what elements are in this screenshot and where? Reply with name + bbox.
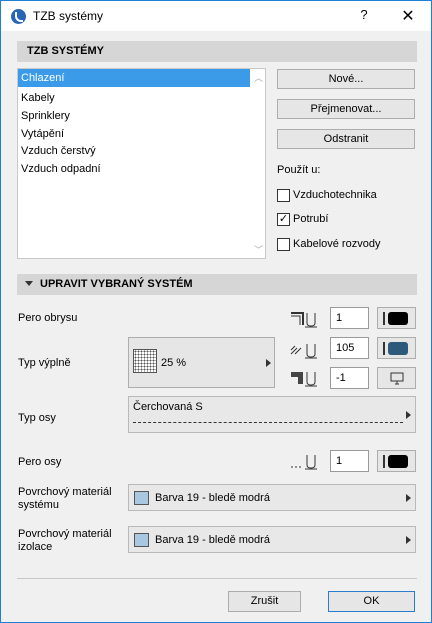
system-material-picker[interactable]: Barva 19 - bledě modrá [128, 484, 416, 511]
rename-system-button[interactable]: Přejmenovat... [277, 99, 415, 119]
monitor-icon [390, 372, 404, 385]
pen-color-swatch [388, 455, 408, 468]
systems-list[interactable]: Chlazení Kabely Sprinklery Vytápění Vzdu… [17, 68, 266, 259]
material-color-swatch [134, 533, 149, 547]
fill-type-value: 25 % [161, 357, 187, 369]
background-pen-input[interactable]: -1 [330, 367, 369, 389]
list-item[interactable]: Vytápění [18, 125, 250, 143]
close-icon[interactable]: ✕ [397, 6, 419, 26]
fill-type-label: Typ výplně [18, 357, 71, 369]
fill-pattern-icon [133, 349, 157, 373]
insulation-material-value: Barva 19 - bledě modrá [155, 534, 270, 546]
list-item[interactable]: Vzduch čerstvý [18, 142, 250, 160]
fill-type-picker[interactable]: 25 % [128, 337, 275, 388]
collapse-triangle-icon[interactable] [25, 281, 33, 287]
footer-divider [17, 578, 417, 579]
ok-button[interactable]: OK [328, 591, 415, 612]
axis-pen-label: Pero osy [18, 456, 62, 468]
background-pen-icon [291, 372, 317, 387]
contour-pen-label: Pero obrysu [18, 312, 78, 324]
fill-pen-icon [290, 344, 317, 359]
remove-system-button[interactable]: Odstranit [277, 129, 415, 149]
insulation-material-label: Povrchový materiál izolace [18, 528, 112, 553]
axis-pen-input[interactable]: 1 [330, 450, 369, 472]
app-logo-icon [11, 9, 26, 24]
system-material-label: Povrchový materiál systému [18, 486, 112, 511]
chevron-right-icon [406, 411, 411, 419]
pen-color-swatch [388, 312, 408, 325]
checkbox-label: Vzduchotechnika [293, 189, 377, 201]
checkbox-box[interactable] [277, 189, 290, 202]
axis-type-picker[interactable]: Čerchovaná S [128, 396, 416, 433]
dialog-window: TZB systémy ? ✕ TZB SYSTÉMY Chlazení Kab… [0, 0, 432, 623]
axis-type-label: Typ osy [18, 412, 56, 424]
list-item[interactable]: Kabely [18, 89, 250, 107]
section-title: TZB SYSTÉMY [27, 45, 105, 57]
insulation-material-picker[interactable]: Barva 19 - bledě modrá [128, 526, 416, 553]
contour-pen-input[interactable]: 1 [330, 307, 369, 329]
system-material-value: Barva 19 - bledě modrá [155, 492, 270, 504]
checkbox-label: Potrubí [293, 213, 329, 225]
use-in-label: Použít u: [277, 164, 321, 176]
checkbox-potrubi[interactable]: ✓ Potrubí [277, 212, 417, 228]
checkbox-kabelove-rozvody[interactable]: Kabelové rozvody [277, 237, 417, 253]
section-header-edit[interactable]: UPRAVIT VYBRANÝ SYSTÉM [17, 274, 417, 295]
cancel-button[interactable]: Zrušit [228, 591, 301, 612]
help-button[interactable]: ? [355, 7, 373, 25]
axis-pen-icon [291, 455, 317, 470]
fill-pen-input[interactable]: 105 [330, 337, 369, 359]
chevron-right-icon [406, 494, 411, 502]
checkbox-box[interactable]: ✓ [277, 213, 290, 226]
chevron-right-icon [406, 536, 411, 544]
checkbox-label: Kabelové rozvody [293, 238, 381, 250]
fill-pen-color-button[interactable] [377, 337, 416, 359]
chevron-right-icon [266, 359, 271, 367]
list-item[interactable]: Vzduch odpadní [18, 160, 250, 178]
list-item[interactable]: Chlazení [18, 69, 250, 87]
dashed-line-preview [133, 422, 403, 423]
list-item[interactable]: Sprinklery [18, 107, 250, 125]
section-title: UPRAVIT VYBRANÝ SYSTÉM [40, 278, 193, 290]
scroll-down-icon[interactable]: ﹀ [251, 243, 266, 257]
monitor-toggle-button[interactable] [377, 367, 416, 389]
section-header-systems: TZB SYSTÉMY [17, 41, 417, 62]
window-title: TZB systémy [33, 9, 104, 23]
axis-pen-color-button[interactable] [377, 450, 416, 472]
new-system-button[interactable]: Nové... [277, 69, 415, 89]
material-color-swatch [134, 491, 149, 505]
title-bar: TZB systémy ? ✕ [1, 1, 431, 31]
pen-color-swatch [388, 342, 408, 355]
checkbox-vzduchotechnika[interactable]: Vzduchotechnika [277, 188, 417, 204]
scroll-up-icon[interactable]: ︿ [251, 71, 266, 85]
contour-pen-color-button[interactable] [377, 307, 416, 329]
checkbox-box[interactable] [277, 238, 290, 251]
axis-type-value: Čerchovaná S [133, 401, 203, 413]
contour-pen-icon [291, 312, 317, 328]
